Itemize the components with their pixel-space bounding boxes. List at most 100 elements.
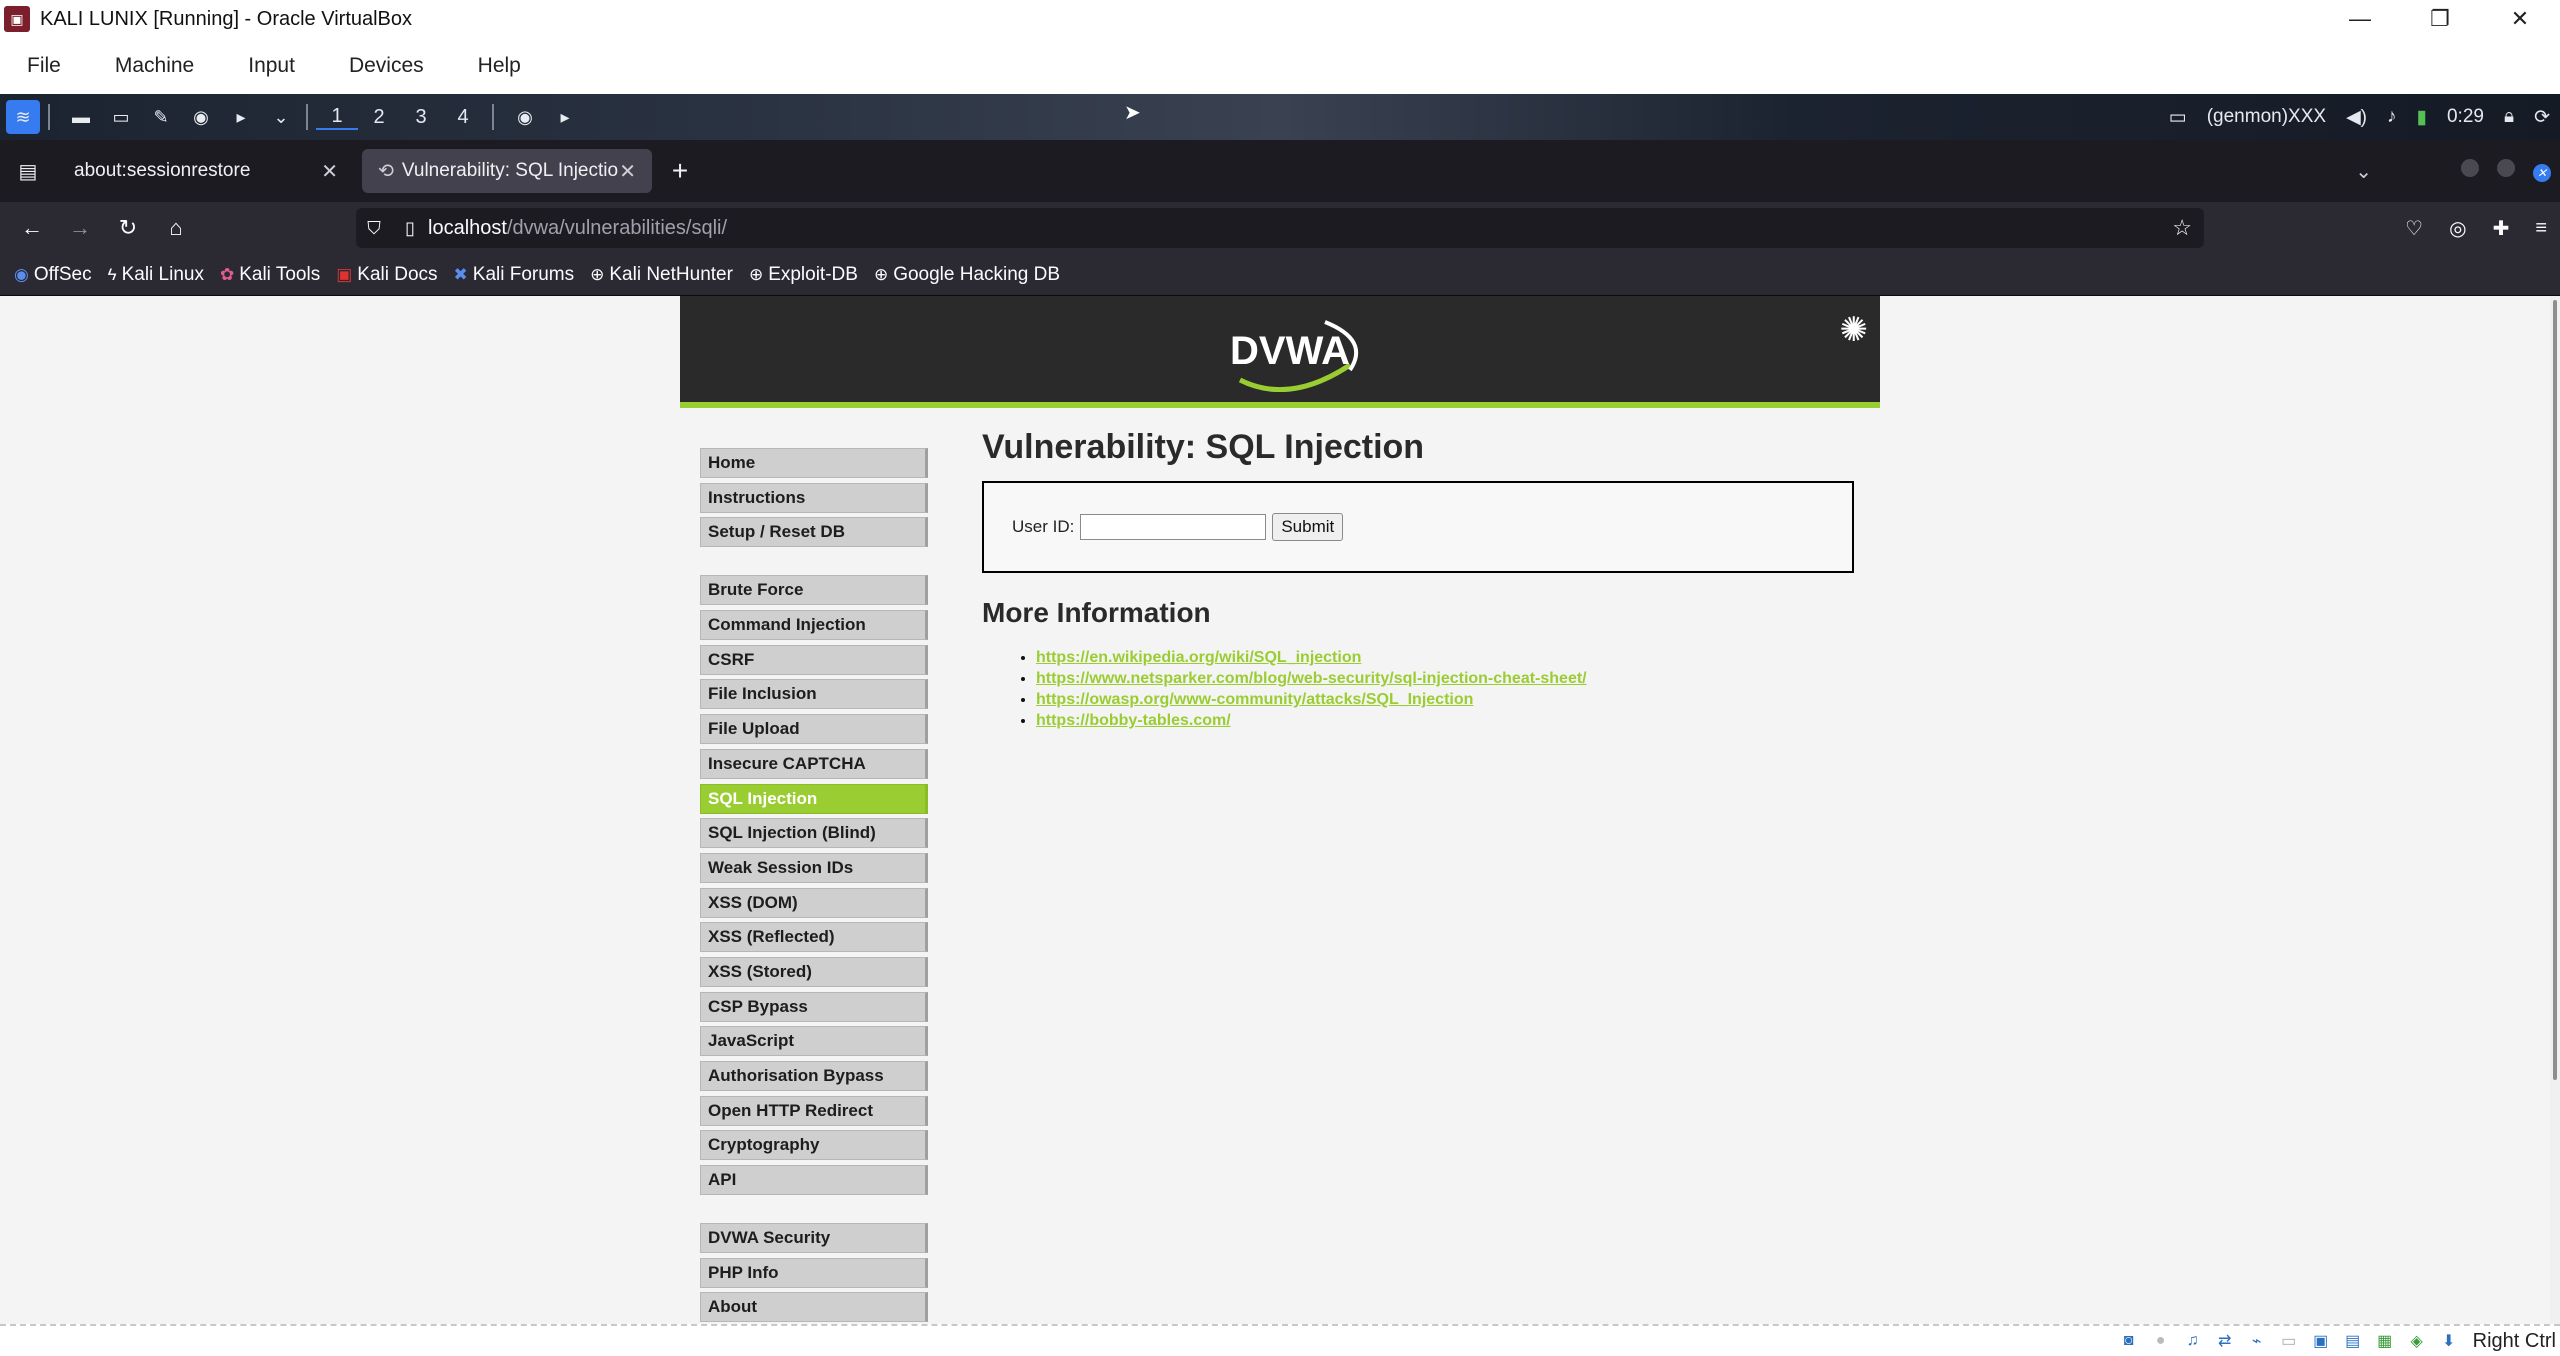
menu-item-php-info[interactable]: PHP Info [700,1257,928,1288]
terminal-icon[interactable]: ▸ [224,100,258,134]
menu-item-sql-injection-blind[interactable]: SQL Injection (Blind) [700,818,928,849]
menu-machine[interactable]: Machine [115,54,194,78]
bookmark-kali-docs[interactable]: ▣ Kali Docs [336,264,437,286]
lock-icon[interactable]: 🔒︎ [2504,106,2514,128]
menu-item-api[interactable]: API [700,1165,928,1196]
kali-menu-icon[interactable]: ≋ [6,100,40,134]
menu-item-csp-bypass[interactable]: CSP Bypass [700,991,928,1022]
menu-item-brute-force[interactable]: Brute Force [700,575,928,606]
menu-item-sql-injection[interactable]: SQL Injection [700,783,928,814]
tab-close-icon[interactable]: ✕ [619,159,636,184]
menu-item-dvwa-security[interactable]: DVWA Security [700,1223,928,1254]
menu-item-cryptography[interactable]: Cryptography [700,1130,928,1161]
desktop-icon[interactable]: ▬ [64,100,98,134]
theme-toggle-icon[interactable]: ✺ [1840,310,1869,350]
submit-button[interactable]: Submit [1272,513,1344,541]
menu-devices[interactable]: Devices [349,54,424,78]
usb-icon[interactable]: ⌁ [2243,1330,2271,1352]
back-arrow-icon[interactable]: ← [8,206,56,250]
guest-additions-icon[interactable]: ▦ [2371,1330,2399,1352]
workspace-1[interactable]: 1 [316,105,358,130]
firefox-view-icon[interactable]: ▤ [6,149,50,193]
menu-hamburger-icon[interactable]: ≡ [2535,217,2547,240]
pocket-icon[interactable]: ♡ [2405,216,2423,241]
bookmark-exploit-db[interactable]: ⊕ Exploit-DB [749,264,858,286]
restore-icon[interactable]: ❐ [2400,0,2480,38]
menu-item-command-injection[interactable]: Command Injection [700,610,928,641]
tab-sql-injection[interactable]: ⟲ Vulnerability: SQL Injectio ✕ [362,149,652,193]
bookmark-kali-nethunter[interactable]: ⊕ Kali NetHunter [590,264,733,286]
menu-item-authorisation-bypass[interactable]: Authorisation Bypass [700,1061,928,1091]
mouse-integration-icon[interactable]: ⬇ [2435,1330,2463,1352]
page-info-icon[interactable]: ▯ [392,218,428,239]
workspace-3[interactable]: 3 [400,106,442,129]
workspace-4[interactable]: 4 [442,106,484,129]
forward-arrow-icon[interactable]: → [56,206,104,250]
tab-sessionrestore[interactable]: about:sessionrestore ✕ [58,149,354,193]
window-minimize-icon[interactable] [2461,159,2479,183]
bookmark-kali-forums[interactable]: ✖ Kali Forums [454,264,575,286]
file-manager-icon[interactable]: ▭ [104,100,138,134]
shared-folder-icon[interactable]: ▭ [2275,1330,2303,1352]
tab-close-icon[interactable]: ✕ [321,159,338,184]
list-all-tabs-icon[interactable]: ⌄ [2355,159,2372,184]
home-icon[interactable]: ⌂ [152,206,200,250]
firefox-window-icon[interactable]: ◉ [508,100,542,134]
new-tab-button[interactable]: + [658,149,702,193]
menu-item-weak-session-ids[interactable]: Weak Session IDs [700,852,928,883]
cpu-icon[interactable]: ◈ [2403,1330,2431,1352]
reload-icon[interactable]: ↻ [104,206,152,250]
tracking-shield-icon[interactable]: ⛉ [356,218,392,239]
minimize-icon[interactable]: — [2320,0,2400,38]
link-bobby-tables[interactable]: https://bobby-tables.com/ [1036,712,1231,729]
page-scrollbar[interactable] [2550,296,2560,1324]
menu-item-insecure-captcha[interactable]: Insecure CAPTCHA [700,748,928,779]
close-icon[interactable]: ✕ [2480,0,2560,38]
battery-icon[interactable]: ▮ [2417,106,2427,129]
account-icon[interactable]: ◎ [2449,216,2466,241]
text-editor-icon[interactable]: ✎ [144,100,178,134]
extensions-icon[interactable]: ✚ [2493,216,2510,241]
menu-item-instructions[interactable]: Instructions [700,482,928,513]
bookmark-kali-linux[interactable]: ϟ Kali Linux [108,264,204,286]
notification-bell-icon[interactable]: ♪ [2387,106,2397,128]
power-icon[interactable]: ⟳ [2534,106,2550,129]
display-icon[interactable]: ▣ [2307,1330,2335,1352]
audio-icon[interactable]: ♫ [2179,1330,2207,1352]
bookmark-star-icon[interactable]: ☆ [2172,215,2192,241]
window-close-icon[interactable]: ✕ [2533,160,2551,183]
scrollbar-thumb[interactable] [2553,300,2557,1080]
optical-drive-icon[interactable]: ● [2147,1330,2175,1352]
chevron-down-icon[interactable]: ⌄ [264,100,298,134]
menu-item-open-http-redirect[interactable]: Open HTTP Redirect [700,1095,928,1126]
menu-item-setup[interactable]: Setup / Reset DB [700,517,928,548]
menu-item-file-inclusion[interactable]: File Inclusion [700,679,928,710]
user-id-input[interactable] [1080,514,1267,540]
menu-item-home[interactable]: Home [700,448,928,478]
monitor-icon[interactable]: ▭ [2169,106,2187,129]
terminal-window-icon[interactable]: ▸ [548,100,582,134]
menu-file[interactable]: File [27,54,61,78]
network-icon[interactable]: ⇄ [2211,1330,2239,1352]
recording-icon[interactable]: ▤ [2339,1330,2367,1352]
address-bar[interactable]: ⛉ ▯ localhost/dvwa/vulnerabilities/sqli/… [356,208,2204,248]
menu-item-xss-stored[interactable]: XSS (Stored) [700,956,928,987]
workspace-2[interactable]: 2 [358,106,400,129]
bookmark-kali-tools[interactable]: ✿ Kali Tools [220,264,320,286]
menu-input[interactable]: Input [248,54,295,78]
menu-item-xss-reflected[interactable]: XSS (Reflected) [700,922,928,953]
bookmark-google-hacking-db[interactable]: ⊕ Google Hacking DB [874,264,1060,286]
link-wikipedia[interactable]: https://en.wikipedia.org/wiki/SQL_inject… [1036,649,1361,666]
bookmark-offsec[interactable]: ◉ OffSec [14,264,92,286]
menu-item-file-upload[interactable]: File Upload [700,714,928,745]
menu-item-csrf[interactable]: CSRF [700,644,928,675]
menu-help[interactable]: Help [478,54,521,78]
window-maximize-icon[interactable] [2497,159,2515,183]
link-netsparker[interactable]: https://www.netsparker.com/blog/web-secu… [1036,670,1587,687]
clock[interactable]: 0:29 [2447,106,2484,128]
menu-item-xss-dom[interactable]: XSS (DOM) [700,887,928,918]
volume-icon[interactable]: ◀) [2346,106,2367,129]
menu-item-javascript[interactable]: JavaScript [700,1026,928,1057]
hard-disk-icon[interactable]: ◙ [2115,1330,2143,1352]
link-owasp[interactable]: https://owasp.org/www-community/attacks/… [1036,691,1473,708]
